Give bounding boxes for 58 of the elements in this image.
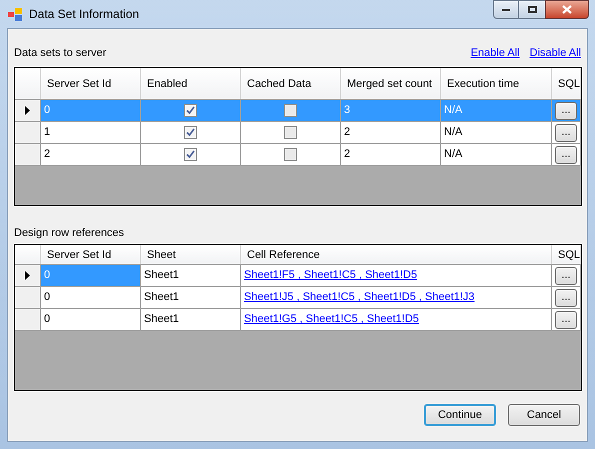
column-header[interactable]: Cell Reference bbox=[241, 245, 552, 264]
sql-button[interactable]: ... bbox=[555, 288, 577, 306]
cell-text: 2 bbox=[44, 147, 50, 162]
row-header[interactable] bbox=[15, 100, 41, 122]
current-row-icon bbox=[25, 271, 30, 280]
column-header[interactable]: SQL bbox=[552, 245, 581, 264]
sql-button[interactable]: ... bbox=[555, 266, 577, 284]
corner-header bbox=[15, 245, 41, 264]
cell-reference-link[interactable]: Sheet1!J5 , Sheet1!C5 , Sheet1!D5 , Sheet1!J3 bbox=[244, 289, 475, 306]
column-header[interactable]: Sheet bbox=[141, 245, 241, 264]
sql-button[interactable]: ... bbox=[555, 102, 577, 120]
cell-text: N/A bbox=[444, 147, 462, 162]
checkbox[interactable] bbox=[184, 104, 197, 117]
cell-text: 2 bbox=[344, 147, 350, 162]
cell-text: 0 bbox=[44, 103, 50, 118]
column-header[interactable]: SQL bbox=[552, 68, 581, 99]
checkbox[interactable] bbox=[184, 126, 197, 139]
checkbox[interactable] bbox=[184, 148, 197, 161]
corner-header bbox=[15, 68, 41, 99]
sql-button[interactable]: ... bbox=[555, 124, 577, 142]
column-header[interactable]: Merged set count bbox=[341, 68, 441, 99]
sql-button[interactable]: ... bbox=[555, 310, 577, 328]
checkbox[interactable] bbox=[284, 148, 297, 161]
cell-text: Sheet1 bbox=[144, 268, 179, 284]
maximize-button[interactable] bbox=[519, 0, 545, 19]
column-header[interactable]: Execution time bbox=[441, 68, 552, 99]
cell-text: 0 bbox=[44, 312, 50, 328]
checkbox[interactable] bbox=[284, 104, 297, 117]
close-button[interactable] bbox=[545, 0, 589, 19]
cell-text: 3 bbox=[344, 103, 350, 118]
cell-text: 2 bbox=[344, 125, 350, 140]
dialog-button[interactable]: Cancel bbox=[508, 404, 580, 426]
close-icon bbox=[562, 5, 572, 14]
app-icon bbox=[7, 6, 23, 22]
minimize-button[interactable] bbox=[493, 0, 519, 19]
current-row-icon bbox=[25, 106, 30, 115]
cell-reference-link[interactable]: Sheet1!F5 , Sheet1!C5 , Sheet1!D5 bbox=[244, 267, 418, 284]
window-title: Data Set Information bbox=[29, 6, 140, 23]
section-label: Design row references bbox=[14, 226, 124, 241]
column-header[interactable]: Enabled bbox=[141, 68, 241, 99]
dialog-button[interactable]: Continue bbox=[424, 404, 496, 426]
link[interactable]: Enable All bbox=[470, 44, 520, 62]
link[interactable]: Disable All bbox=[530, 44, 581, 62]
section-label: Data sets to server bbox=[14, 46, 106, 61]
cell-text: 0 bbox=[44, 290, 50, 306]
cell-text: 0 bbox=[44, 268, 50, 284]
cell-reference-link[interactable]: Sheet1!G5 , Sheet1!C5 , Sheet1!D5 bbox=[244, 311, 419, 328]
cell-text: Sheet1 bbox=[144, 312, 179, 328]
checkbox[interactable] bbox=[284, 126, 297, 139]
column-header[interactable]: Server Set Id bbox=[41, 245, 141, 264]
column-header[interactable]: Cached Data bbox=[241, 68, 341, 99]
column-header[interactable]: Server Set Id bbox=[41, 68, 141, 99]
cell-text: 1 bbox=[44, 125, 50, 140]
cell-text: N/A bbox=[444, 103, 462, 118]
cell-text: Sheet1 bbox=[144, 290, 179, 306]
cell-text: N/A bbox=[444, 125, 462, 140]
row-header[interactable] bbox=[15, 265, 41, 287]
sql-button[interactable]: ... bbox=[555, 146, 577, 164]
